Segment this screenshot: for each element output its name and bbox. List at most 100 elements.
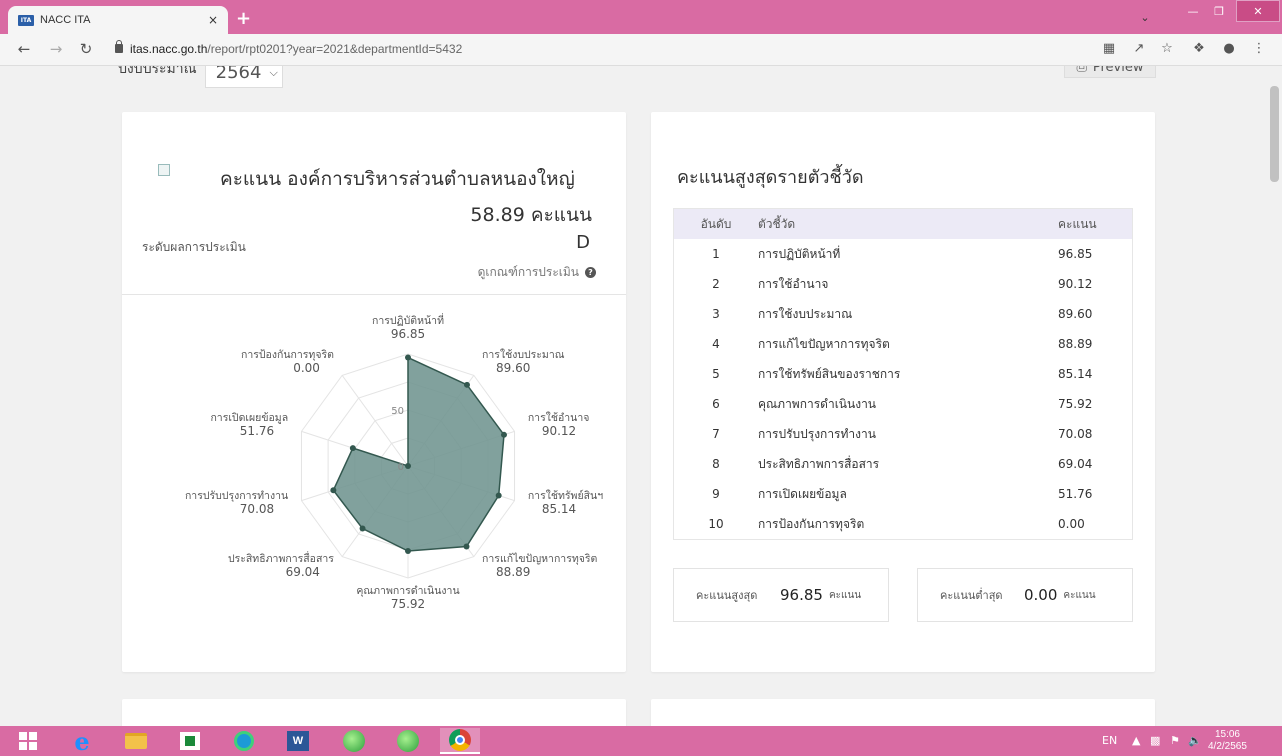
min-score-box: คะแนนต่ำสุด 0.00 คะแนน: [917, 568, 1133, 622]
preview-button[interactable]: ⎙ Preview: [1064, 66, 1156, 78]
radar-value-label: 69.04: [286, 565, 320, 579]
menu-kebab-icon[interactable]: ⋮: [1250, 41, 1268, 56]
table-row: 8 ประสิทธิภาพการสื่อสาร 69.04: [674, 449, 1132, 479]
row-score: 90.12: [1058, 277, 1093, 291]
printer-icon: ⎙: [1076, 66, 1087, 75]
table-row: 4 การแก้ไขปัญหาการทุจริต 88.89: [674, 329, 1132, 359]
row-indicator: คุณภาพการดำเนินงาน: [758, 396, 877, 411]
system-clock[interactable]: 15:06 4/2/2565: [1208, 729, 1247, 753]
scrollbar-thumb[interactable]: [1270, 86, 1279, 182]
next-card-right: [651, 699, 1155, 726]
radar-chart: 050การปฏิบัติหน้าที่96.85การใช้งบประมาณ8…: [185, 313, 603, 611]
restore-icon[interactable]: ❐: [1206, 0, 1232, 22]
bookmark-star-icon[interactable]: ☆: [1158, 41, 1176, 56]
forward-arrow-icon[interactable]: →: [46, 40, 66, 58]
table-row: 1 การปฏิบัติหน้าที่ 96.85: [674, 239, 1132, 269]
tray-chevron-up-icon[interactable]: ▲: [1132, 734, 1140, 747]
browser-tab-bar: ITA NACC ITA × + ⌄ — ❐ ✕: [0, 0, 1282, 34]
table-row: 5 การใช้ทรัพย์สินของราชการ 85.14: [674, 359, 1132, 389]
radar-value-label: 88.89: [496, 565, 530, 579]
extensions-puzzle-icon[interactable]: ❖: [1190, 41, 1208, 56]
radar-point: [463, 543, 470, 550]
max-score-label: คะแนนสูงสุด: [696, 589, 758, 602]
browser-tab[interactable]: ITA NACC ITA ×: [8, 6, 228, 34]
row-indicator: ประสิทธิภาพการสื่อสาร: [758, 456, 880, 471]
reload-icon[interactable]: ↻: [76, 40, 96, 58]
row-score: 0.00: [1058, 517, 1085, 531]
new-tab-button[interactable]: +: [236, 8, 251, 29]
radar-point: [349, 445, 356, 452]
ranking-title: คะแนนสูงสุดรายตัวชี้วัด: [677, 167, 864, 188]
radar-point: [405, 463, 411, 469]
minimize-icon[interactable]: —: [1180, 0, 1206, 22]
table-row: 2 การใช้อำนาจ 90.12: [674, 269, 1132, 299]
green-app-icon[interactable]: [334, 728, 374, 754]
back-arrow-icon[interactable]: ←: [14, 40, 34, 58]
volume-icon[interactable]: 🔈: [1188, 734, 1202, 747]
preview-label: Preview: [1092, 66, 1144, 75]
radar-axis-label: การแก้ไขปัญหาการทุจริต: [482, 552, 598, 565]
row-score: 70.08: [1058, 427, 1093, 441]
radar-axis-label: การใช้ทรัพย์สินฯ: [528, 489, 603, 502]
radar-axis-label: การใช้อำนาจ: [528, 411, 590, 424]
radar-value-label: 90.12: [542, 424, 576, 438]
edge-icon[interactable]: [224, 728, 264, 754]
tab-title: NACC ITA: [40, 14, 91, 26]
green-app-icon-2[interactable]: [388, 728, 428, 754]
radar-axis-label: การเปิดเผยข้อมูล: [210, 412, 288, 424]
budget-year-label: ปีงบประมาณ: [118, 66, 197, 77]
radar-value-label: 51.76: [240, 424, 274, 438]
table-header: อันดับ ตัวชี้วัด คะแนน: [674, 209, 1132, 239]
flag-icon[interactable]: ⚑: [1170, 734, 1180, 747]
url-field[interactable]: itas.nacc.go.th/report/rpt0201?year=2021…: [130, 42, 462, 56]
row-score: 75.92: [1058, 397, 1093, 411]
share-icon[interactable]: ↗: [1130, 41, 1148, 56]
word-icon[interactable]: W: [278, 728, 318, 754]
internet-explorer-icon[interactable]: e: [62, 727, 102, 756]
table-row: 10 การป้องกันการทุจริต 0.00: [674, 509, 1132, 539]
radar-point: [463, 381, 470, 388]
budget-year-row: ปีงบประมาณ 2564 ⌵: [118, 66, 283, 88]
row-indicator: การใช้งบประมาณ: [758, 306, 853, 321]
row-indicator: การป้องกันการทุจริต: [758, 516, 865, 531]
radar-value-label: 0.00: [293, 361, 320, 375]
translate-icon[interactable]: ▦: [1100, 41, 1118, 56]
max-score-box: คะแนนสูงสุด 96.85 คะแนน: [673, 568, 889, 622]
row-score: 85.14: [1058, 367, 1093, 381]
chrome-icon[interactable]: [440, 728, 480, 754]
file-explorer-icon[interactable]: [116, 728, 156, 754]
budget-year-select[interactable]: 2564 ⌵: [204, 66, 283, 88]
row-score: 51.76: [1058, 487, 1093, 501]
radar-axis-label: การใช้งบประมาณ: [482, 348, 565, 361]
start-button[interactable]: [8, 728, 48, 754]
row-rank: 7: [712, 427, 720, 441]
header-indicator: ตัวชี้วัด: [758, 216, 796, 231]
store-icon[interactable]: [170, 728, 210, 754]
row-score: 88.89: [1058, 337, 1093, 351]
row-rank: 10: [708, 517, 724, 531]
ranking-table: อันดับ ตัวชี้วัด คะแนน 1 การปฏิบัติหน้าที…: [673, 208, 1133, 540]
row-score: 96.85: [1058, 247, 1093, 261]
profile-avatar-icon[interactable]: ●: [1220, 41, 1238, 56]
header-rank: อันดับ: [700, 216, 732, 231]
row-rank: 6: [712, 397, 720, 411]
address-bar: ← → ↻ itas.nacc.go.th/report/rpt0201?yea…: [0, 34, 1282, 66]
row-rank: 3: [712, 307, 720, 321]
language-indicator[interactable]: EN: [1102, 734, 1117, 747]
network-icon[interactable]: ▩: [1150, 734, 1160, 747]
row-score: 89.60: [1058, 307, 1093, 321]
page-content: ปีงบประมาณ 2564 ⌵ ⎙ Preview คะแนน องค์กา…: [0, 66, 1268, 726]
radar-point: [405, 548, 411, 555]
tab-close-icon[interactable]: ×: [208, 13, 218, 27]
radar-value-label: 70.08: [240, 502, 274, 516]
max-score-unit: คะแนน: [828, 589, 862, 601]
row-indicator: การปฏิบัติหน้าที่: [758, 246, 841, 261]
next-card-left: [122, 699, 626, 726]
score-card: คะแนน องค์การบริหารส่วนตำบลหนองใหญ่ 58.8…: [122, 112, 626, 672]
row-score: 69.04: [1058, 457, 1093, 471]
radar-point: [405, 354, 411, 361]
tab-search-chevron-icon[interactable]: ⌄: [1130, 6, 1160, 28]
row-indicator: การแก้ไขปัญหาการทุจริต: [758, 336, 890, 351]
row-indicator: การใช้อำนาจ: [758, 276, 829, 291]
close-window-icon[interactable]: ✕: [1236, 0, 1280, 22]
